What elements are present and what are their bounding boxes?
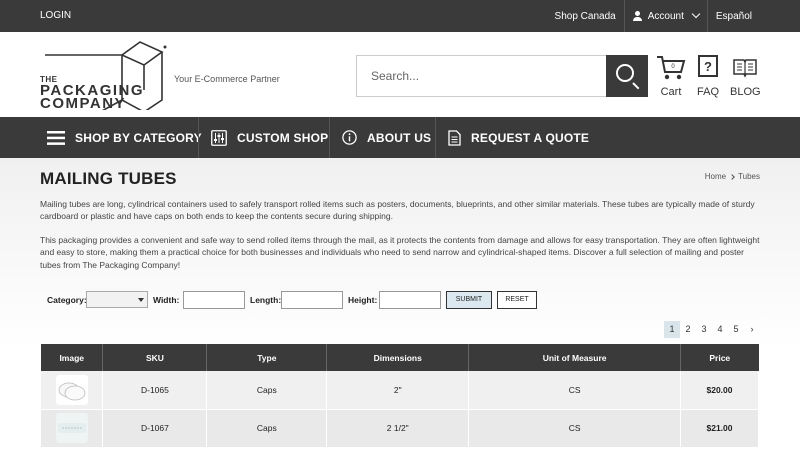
description-paragraph-1: Mailing tubes are long, cylindrical cont…: [40, 199, 755, 222]
height-filter-label: Height:: [348, 295, 378, 305]
sku-cell: D-1065: [102, 371, 208, 410]
account-menu[interactable]: Account: [623, 0, 707, 32]
height-input[interactable]: [379, 291, 441, 309]
submit-button[interactable]: SUBMIT: [446, 291, 492, 309]
page-title: MAILING TUBES: [40, 169, 177, 188]
col-header-image: Image: [41, 344, 104, 371]
question-icon: ?: [698, 55, 718, 77]
svg-text:?: ?: [704, 59, 712, 74]
cart-link[interactable]: 0 Cart: [656, 54, 686, 98]
col-header-unit: Unit of Measure: [468, 344, 682, 371]
nav-custom-shop[interactable]: CUSTOM SHOP: [211, 117, 328, 158]
type-cell: Caps: [206, 371, 328, 410]
col-header-type: Type: [206, 344, 328, 371]
search-input[interactable]: [357, 56, 607, 96]
nav-shop-by-category[interactable]: SHOP BY CATEGORY: [47, 117, 202, 158]
chevron-down-icon: [691, 9, 701, 19]
nav-request-quote-label: REQUEST A QUOTE: [471, 130, 590, 145]
dimensions-cell: 2 1/2": [326, 409, 470, 448]
breadcrumb-current: Tubes: [738, 172, 760, 181]
search-icon: [616, 64, 634, 82]
tube-cap-image: [57, 423, 86, 433]
document-icon: [448, 129, 461, 146]
next-page-icon[interactable]: ›: [744, 321, 760, 338]
language-link[interactable]: Español: [706, 0, 760, 32]
search-box: [356, 55, 648, 97]
tube-cap-image: [58, 382, 86, 401]
blog-label: BLOG: [730, 86, 761, 98]
length-input[interactable]: [281, 291, 343, 309]
language-label: Español: [715, 10, 752, 22]
dropdown-arrow-icon: [138, 298, 144, 302]
pagination: 1 2 3 4 5 ›: [664, 321, 760, 338]
search-button[interactable]: [606, 55, 648, 97]
breadcrumb: Home Tubes: [705, 172, 760, 181]
category-select[interactable]: [86, 291, 148, 308]
top-bar-right: Shop Canada Account Español: [547, 0, 760, 32]
tagline: Your E-Commerce Partner: [174, 74, 280, 84]
header: THE PACKAGING COMPANY Your E-Commerce Pa…: [0, 32, 800, 117]
blog-link[interactable]: BLOG: [730, 54, 761, 98]
sku-cell: D-1067: [102, 409, 208, 448]
logo-text-company: COMPANY: [40, 95, 127, 112]
nav-divider: [329, 117, 330, 158]
nav-divider: [435, 117, 436, 158]
products-table: Image SKU Type Dimensions Unit of Measur…: [41, 344, 759, 448]
table-row[interactable]: D-1065 Caps 2" CS $20.00: [41, 371, 759, 410]
width-filter-label: Width:: [153, 295, 180, 305]
hamburger-icon: [47, 130, 65, 145]
cart-count: 0: [671, 64, 675, 70]
account-label: Account: [647, 10, 684, 22]
unit-cell: CS: [468, 371, 682, 410]
nav-about-us[interactable]: ABOUT US: [342, 117, 431, 158]
reset-button[interactable]: RESET: [497, 291, 537, 309]
user-icon: [632, 11, 642, 21]
nav-shop-by-category-label: SHOP BY CATEGORY: [75, 130, 202, 145]
breadcrumb-arrow-icon: [729, 174, 735, 180]
nav-divider: [198, 117, 199, 158]
login-link[interactable]: LOGIN: [40, 10, 71, 21]
page-link-1[interactable]: 1: [664, 321, 680, 338]
page-link-4[interactable]: 4: [712, 321, 728, 338]
nav-about-us-label: ABOUT US: [367, 130, 432, 145]
breadcrumb-home[interactable]: Home: [705, 172, 726, 181]
sliders-icon: [211, 129, 227, 146]
nav-custom-shop-label: CUSTOM SHOP: [237, 130, 329, 145]
page-link-3[interactable]: 3: [696, 321, 712, 338]
nav-request-quote[interactable]: REQUEST A QUOTE: [448, 117, 589, 158]
description-paragraph-2: This packaging provides a convenient and…: [40, 235, 760, 270]
search-icon-handle: [632, 82, 640, 90]
logo[interactable]: THE PACKAGING COMPANY: [40, 40, 170, 112]
unit-cell: CS: [468, 409, 682, 448]
shop-canada-label: Shop Canada: [554, 10, 616, 22]
price-cell: $21.00: [680, 409, 759, 448]
length-filter-label: Length:: [250, 295, 282, 305]
shop-canada-link[interactable]: Shop Canada: [547, 0, 624, 32]
table-header-row: Image SKU Type Dimensions Unit of Measur…: [41, 344, 759, 371]
info-icon: [342, 130, 357, 145]
cart-icon: 0: [657, 56, 686, 80]
product-image-cell: [41, 409, 104, 448]
col-header-price: Price: [680, 344, 759, 371]
table-row[interactable]: D-1067 Caps 2 1/2" CS $21.00: [41, 409, 759, 448]
cart-label: Cart: [660, 86, 682, 98]
product-thumbnail[interactable]: [55, 374, 88, 405]
type-cell: Caps: [206, 409, 328, 448]
product-thumbnail[interactable]: [55, 413, 88, 443]
dimensions-cell: 2": [326, 371, 470, 410]
price-cell: $20.00: [680, 371, 759, 410]
page-link-2[interactable]: 2: [680, 321, 696, 338]
product-image-cell: [41, 371, 104, 410]
col-header-sku: SKU: [102, 344, 208, 371]
col-header-dimensions: Dimensions: [326, 344, 470, 371]
main-content: MAILING TUBES Home Tubes Mailing tubes ar…: [0, 158, 800, 450]
page-link-5[interactable]: 5: [728, 321, 744, 338]
width-input[interactable]: [183, 291, 245, 309]
faq-label: FAQ: [697, 86, 720, 98]
category-filter-label: Category:: [47, 295, 87, 305]
book-icon: [733, 59, 758, 78]
main-nav: SHOP BY CATEGORY CUSTOM SHOP ABOUT US RE…: [0, 117, 800, 158]
faq-link[interactable]: ? FAQ: [697, 54, 719, 98]
top-bar: LOGIN Shop Canada Account Español: [0, 0, 800, 32]
